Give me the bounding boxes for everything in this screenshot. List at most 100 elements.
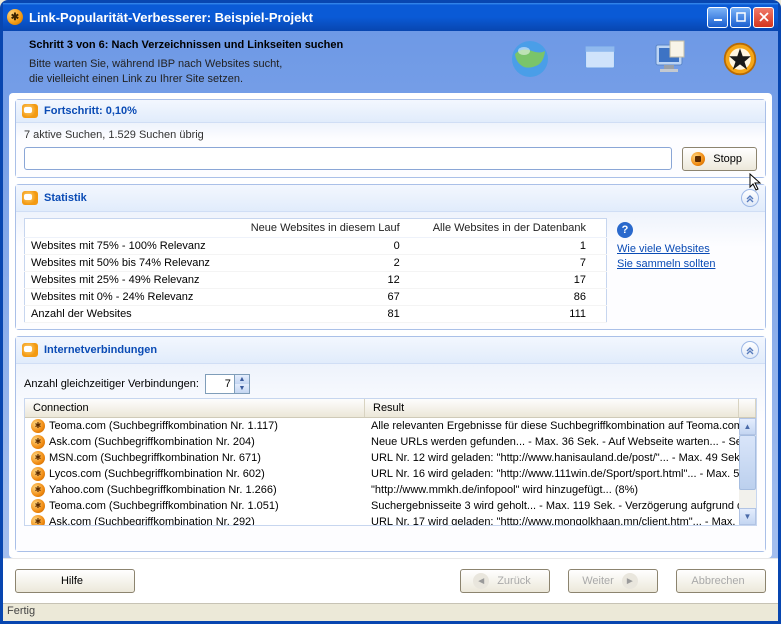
cancel-label: Abbrechen [691,575,744,587]
next-button[interactable]: Weiter ► [568,569,658,593]
connection-name: Ask.com (Suchbegriffkombination Nr. 204) [49,436,365,448]
status-text: Fertig [7,605,35,617]
help-label: Hilfe [61,575,83,587]
window-icon [580,39,620,79]
scroll-thumb[interactable] [739,435,756,490]
connection-name: Yahoo.com (Suchbegriffkombination Nr. 1.… [49,484,365,496]
help-icon[interactable]: ? [617,222,633,238]
row-label: Anzahl der Websites [25,305,238,322]
col-scroll-spacer [739,399,756,417]
row-all: 7 [420,254,607,271]
scrollbar[interactable]: ▲ ▼ [739,418,756,525]
arrow-left-icon: ◄ [473,573,489,589]
maximize-button[interactable] [730,7,751,28]
body-area: Fortschritt: 0,10% 7 aktive Suchen, 1.52… [9,93,772,558]
row-all: 1 [420,237,607,254]
collapse-button[interactable] [741,189,759,207]
app-window: Link-Popularität-Verbesserer: Beispiel-P… [0,0,781,624]
connection-result: URL Nr. 12 wird geladen: "http://www.han… [365,452,756,464]
connection-row[interactable]: Teoma.com (Suchbegriffkombination Nr. 1.… [25,498,756,514]
footer: Hilfe ◄ Zurück Weiter ► Abbrechen [3,558,778,603]
close-button[interactable] [753,7,774,28]
connection-name: Lycos.com (Suchbegriffkombination Nr. 60… [49,468,365,480]
step-title: Schritt 3 von 6: Nach Verzeichnissen und… [29,39,343,51]
cancel-button[interactable]: Abbrechen [676,569,766,593]
progress-subtext: 7 aktive Suchen, 1.529 Suchen übrig [24,129,757,141]
step-line1: Bitte warten Sie, während IBP nach Websi… [29,57,343,72]
connection-row[interactable]: Yahoo.com (Suchbegriffkombination Nr. 1.… [25,482,756,498]
stats-col2: Alle Websites in der Datenbank [420,218,607,237]
progress-bar [24,147,672,170]
titlebar[interactable]: Link-Popularität-Verbesserer: Beispiel-P… [3,3,778,31]
connection-row[interactable]: Lycos.com (Suchbegriffkombination Nr. 60… [25,466,756,482]
connection-icon [31,419,45,433]
scroll-track[interactable] [739,435,756,508]
connection-row[interactable]: Ask.com (Suchbegriffkombination Nr. 292)… [25,514,756,525]
app-icon [7,9,23,25]
monitor-icon [650,39,690,79]
panel-icon [22,104,38,118]
row-new: 81 [238,305,420,322]
help-link[interactable]: Sie sammeln sollten [617,257,757,272]
connection-name: Ask.com (Suchbegriffkombination Nr. 292) [49,516,365,525]
table-row: Websites mit 25% - 49% Relevanz1217 [25,271,607,288]
connection-icon [31,499,45,513]
row-label: Websites mit 50% bis 74% Relevanz [25,254,238,271]
globe-icon [510,39,550,79]
scroll-up-button[interactable]: ▲ [739,418,756,435]
connection-result: Neue URLs werden gefunden... - Max. 36 S… [365,436,756,448]
help-button[interactable]: Hilfe [15,569,135,593]
star-badge-icon [720,39,760,79]
wizard-header: Schritt 3 von 6: Nach Verzeichnissen und… [3,31,778,93]
connection-result: Suchergebnisseite 3 wird geholt... - Max… [365,500,756,512]
scroll-down-button[interactable]: ▼ [739,508,756,525]
connections-panel: Internetverbindungen Anzahl gleichzeitig… [15,336,766,552]
connection-icon [31,483,45,497]
row-all: 86 [420,288,607,305]
col-result[interactable]: Result [365,399,739,417]
stop-icon [691,152,705,166]
stats-col0 [25,218,238,237]
connection-icon [31,467,45,481]
panel-icon [22,191,38,205]
progress-title: Fortschritt: 0,10% [44,105,137,117]
step-line2: die vielleicht einen Link zu Ihrer Site … [29,72,343,87]
stats-title: Statistik [44,192,87,204]
table-row: Anzahl der Websites81111 [25,305,607,322]
next-label: Weiter [582,575,614,587]
stop-button[interactable]: Stopp [682,147,757,171]
conn-count-input[interactable] [206,375,234,393]
row-all: 111 [420,305,607,322]
conns-title: Internetverbindungen [44,344,157,356]
conn-count-spinner[interactable]: ▲ ▼ [205,374,250,394]
connection-row[interactable]: MSN.com (Suchbegriffkombination Nr. 671)… [25,450,756,466]
table-row: Websites mit 0% - 24% Relevanz6786 [25,288,607,305]
connection-result: URL Nr. 17 wird geladen: "http://www.mon… [365,516,756,525]
minimize-button[interactable] [707,7,728,28]
row-all: 17 [420,271,607,288]
row-label: Websites mit 25% - 49% Relevanz [25,271,238,288]
table-row: Websites mit 50% bis 74% Relevanz27 [25,254,607,271]
window-title: Link-Popularität-Verbesserer: Beispiel-P… [29,10,313,25]
content-outer: Schritt 3 von 6: Nach Verzeichnissen und… [3,31,778,603]
back-button[interactable]: ◄ Zurück [460,569,550,593]
col-connection[interactable]: Connection [25,399,365,417]
connection-result: Alle relevanten Ergebnisse für diese Suc… [365,420,756,432]
stats-table: Neue Websites in diesem Lauf Alle Websit… [24,218,607,323]
connection-name: Teoma.com (Suchbegriffkombination Nr. 1.… [49,500,365,512]
collapse-button[interactable] [741,341,759,359]
connection-icon [31,515,45,525]
connection-icon [31,451,45,465]
help-link[interactable]: Wie viele Websites [617,242,757,257]
connection-row[interactable]: Teoma.com (Suchbegriffkombination Nr. 1.… [25,418,756,434]
spin-down-button[interactable]: ▼ [234,384,249,393]
connection-row[interactable]: Ask.com (Suchbegriffkombination Nr. 204)… [25,434,756,450]
stats-col1: Neue Websites in diesem Lauf [238,218,420,237]
back-label: Zurück [497,575,531,587]
row-new: 0 [238,237,420,254]
row-label: Websites mit 0% - 24% Relevanz [25,288,238,305]
connection-result: "http://www.mmkh.de/infopool" wird hinzu… [365,484,756,496]
connection-name: MSN.com (Suchbegriffkombination Nr. 671) [49,452,365,464]
spin-up-button[interactable]: ▲ [234,375,249,384]
status-bar: Fertig [3,603,778,621]
